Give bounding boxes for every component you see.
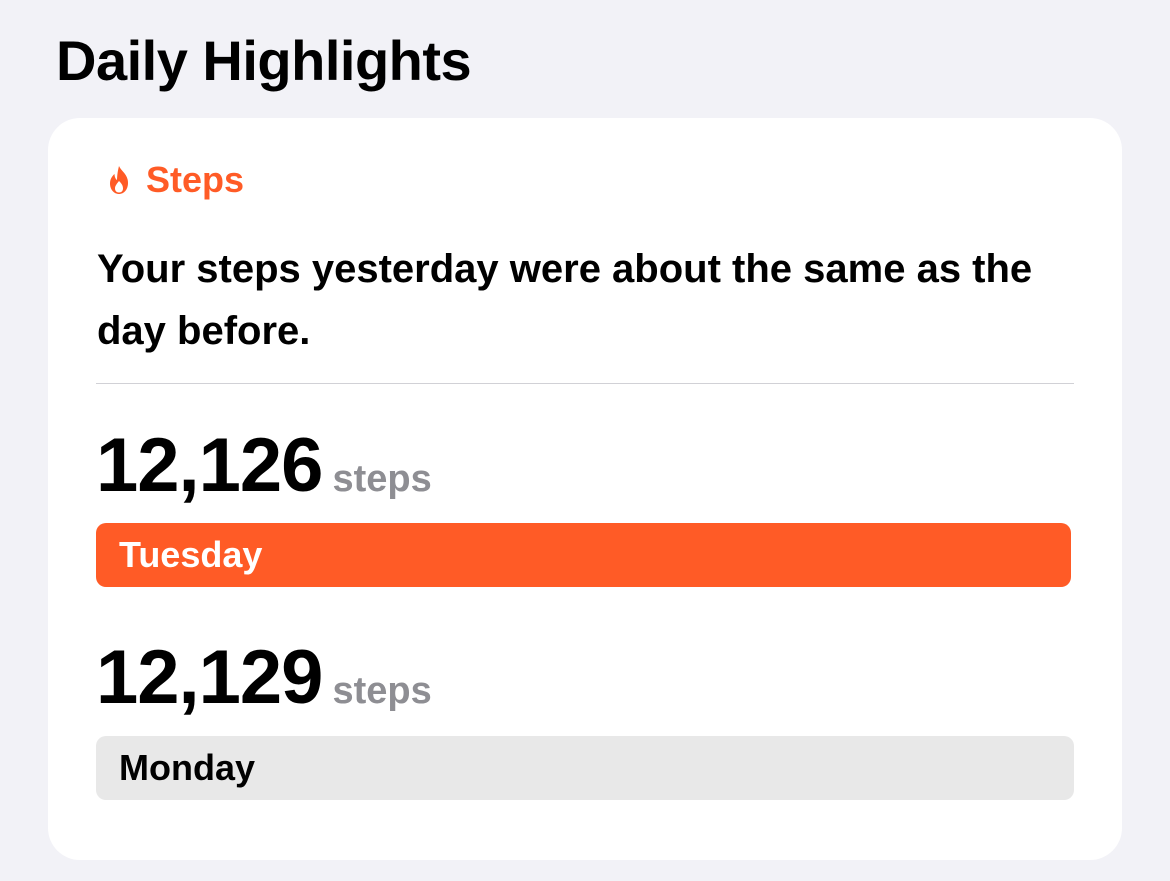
metric-previous: 12,129 steps bbox=[96, 630, 432, 726]
steps-highlight-card[interactable]: Steps Your steps yesterday were about th… bbox=[48, 118, 1122, 860]
category-header: Steps bbox=[106, 158, 244, 202]
section-title: Daily Highlights bbox=[56, 29, 472, 92]
metric-unit: steps bbox=[332, 458, 432, 500]
comparison-bar-current: Tuesday bbox=[96, 523, 1071, 587]
comparison-day-label: Tuesday bbox=[119, 534, 263, 575]
comparison-day-label: Monday bbox=[119, 747, 256, 788]
metric-value: 12,129 bbox=[96, 635, 323, 720]
metric-unit: steps bbox=[332, 670, 432, 712]
category-label: Steps bbox=[146, 159, 245, 200]
metric-value: 12,126 bbox=[96, 423, 323, 508]
flame-icon bbox=[106, 164, 132, 196]
comparison-bar-previous: Monday bbox=[96, 736, 1074, 800]
metric-current: 12,126 steps bbox=[96, 418, 432, 514]
divider bbox=[96, 383, 1074, 384]
highlight-summary: Your steps yesterday were about the same… bbox=[97, 247, 1033, 353]
